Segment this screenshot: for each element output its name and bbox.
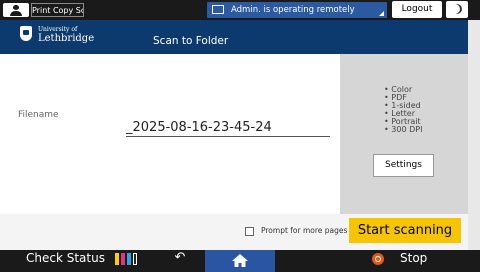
scan-settings-panel [340,54,468,214]
app-header: University of Lethbridge Scan to Folder [0,20,468,54]
back-button[interactable]: ↶ [170,250,190,266]
toner-bar [127,253,131,265]
moon-icon [452,4,462,14]
remote-status-text: Admin. is operating remotely [231,5,355,15]
app-chip[interactable]: Print Copy Scan [31,3,84,17]
prompt-more-pages-label: Prompt for more pages [261,226,348,235]
scrollbar[interactable] [468,20,480,250]
start-scanning-button[interactable]: Start scanning [349,218,461,243]
home-button[interactable] [205,250,275,272]
toner-bar [115,253,119,265]
back-arrow-icon: ↶ [174,250,186,265]
logo-text-small: University of [38,26,78,33]
prompt-more-pages-checkbox[interactable] [245,227,254,236]
toner-level-icon [115,253,139,265]
page-title: Scan to Folder [153,35,229,47]
corner-indicator-icon [379,11,384,16]
toner-bar [121,253,125,265]
toner-bar [133,253,137,265]
stop-icon [372,253,384,265]
logo-text-big: Lethbridge [38,33,95,44]
home-icon [232,254,248,267]
filename-input[interactable]: _2025-08-16-23-45-24 [126,120,330,137]
energy-saver-button[interactable] [446,1,468,18]
remote-operation-icon [212,5,224,14]
settings-summary-list: Color PDF 1-sided Letter Portrait 300 DP… [384,86,422,134]
university-shield-icon [20,26,32,41]
setting-resolution: 300 DPI [384,126,422,134]
stop-button[interactable]: Stop [400,250,427,266]
logout-button[interactable]: Logout [392,1,442,18]
filename-label: Filename [18,110,59,120]
check-status-button[interactable]: Check Status [26,250,105,266]
settings-button[interactable]: Settings [373,154,434,177]
user-icon[interactable] [3,3,29,17]
remote-status-banner: Admin. is operating remotely [207,2,387,18]
